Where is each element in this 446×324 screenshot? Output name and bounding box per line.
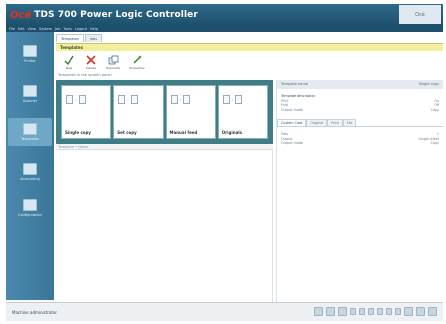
- template-card-label: Set copy: [117, 130, 137, 135]
- duplicate-button[interactable]: Duplicate: [104, 54, 122, 72]
- menu-bar: File Edit View System Job Tools Logout H…: [6, 26, 443, 32]
- toolbar: New Delete Duplicate Properties: [56, 52, 443, 72]
- top-tabs: Templates Jobs: [56, 34, 103, 42]
- template-preview-icon: ›: [66, 90, 106, 108]
- status-bar: Machine administrator: [6, 302, 443, 321]
- delete-x-icon: [85, 54, 97, 65]
- accounting-icon: [23, 163, 37, 175]
- title-bar: Océ TDS 700 Power Logic Controller Océ: [6, 4, 443, 26]
- tab-custom-card[interactable]: Custom Card: [277, 119, 307, 126]
- menu-item-help[interactable]: Help: [90, 26, 98, 32]
- sidebar: Printer Scanner Templates Accounting Con…: [6, 32, 54, 300]
- media-roll-icon: [350, 308, 356, 315]
- sidebar-item-label: Templates: [21, 137, 39, 141]
- window-title: TDS 700 Power Logic Controller: [34, 10, 198, 20]
- status-user: Machine administrator: [12, 309, 58, 315]
- media-roll-icon: [368, 308, 374, 315]
- section-title: Templates: [60, 45, 84, 50]
- scanner-status-icon[interactable]: [326, 307, 335, 316]
- delete-button[interactable]: Delete: [82, 54, 100, 72]
- sidebar-item-label: Printer: [24, 59, 36, 63]
- template-preview-icon: ›: [222, 90, 263, 108]
- media-roll-icon: [359, 308, 365, 315]
- tab-jobs[interactable]: Jobs: [84, 34, 103, 42]
- corner-logo: Océ: [399, 5, 441, 24]
- sidebar-item-configuration[interactable]: Configuration: [8, 194, 52, 222]
- properties-button[interactable]: Properties: [128, 54, 146, 72]
- toner-status-icon[interactable]: [428, 307, 437, 316]
- template-card-label: Manual feed: [169, 130, 198, 135]
- template-card-set-copy[interactable]: › Set copy: [113, 85, 164, 139]
- template-card-originals[interactable]: › Originals: [217, 85, 268, 139]
- templates-icon: [23, 123, 37, 135]
- section-header: Templates: [56, 43, 443, 51]
- tab-file[interactable]: File: [342, 119, 357, 126]
- printer-status-icon[interactable]: [314, 307, 323, 316]
- media-roll-icon: [377, 308, 383, 315]
- status-icons: [314, 307, 437, 316]
- template-card-label: Single copy: [65, 130, 92, 135]
- media-roll-icon: [395, 308, 401, 315]
- new-button[interactable]: New: [60, 54, 78, 72]
- sidebar-item-label: Scanner: [22, 99, 38, 103]
- sidebar-item-accounting[interactable]: Accounting: [8, 158, 52, 186]
- tab-templates[interactable]: Templates: [56, 34, 84, 42]
- sidebar-item-templates[interactable]: Templates: [8, 118, 52, 146]
- template-preview-icon: ›: [170, 90, 211, 108]
- properties-tabs: Custom Card Original Print File: [277, 119, 443, 127]
- templates-description: Templates in the system panel: [58, 73, 112, 77]
- menu-item-logout[interactable]: Logout: [75, 26, 87, 32]
- menu-item-tools[interactable]: Tools: [63, 26, 72, 32]
- template-preview-icon: ›: [118, 90, 158, 108]
- sidebar-item-printer[interactable]: Printer: [8, 40, 52, 68]
- sidebar-item-label: Accounting: [20, 177, 40, 181]
- sidebar-item-label: Configuration: [18, 213, 42, 217]
- checkmark-icon: [63, 54, 75, 65]
- template-card-single-copy[interactable]: › Single copy: [61, 85, 112, 139]
- printer-icon: [23, 45, 37, 57]
- template-cards: › Single copy › Set copy › Manual feed ›…: [56, 80, 273, 144]
- template-list[interactable]: [56, 150, 273, 302]
- media-roll-icon: [386, 308, 392, 315]
- sidebar-item-scanner[interactable]: Scanner: [8, 80, 52, 108]
- menu-item-job[interactable]: Job: [55, 26, 60, 32]
- configuration-icon: [23, 199, 37, 211]
- scanner-icon: [23, 85, 37, 97]
- brand-logo: Océ: [10, 9, 32, 21]
- template-card-manual-feed[interactable]: › Manual feed: [165, 85, 216, 139]
- toner-status-icon[interactable]: [404, 307, 413, 316]
- property-row: Output mode Copy: [281, 141, 439, 145]
- queue-status-icon[interactable]: [338, 307, 347, 316]
- properties-header: Template name Single copy: [277, 80, 443, 89]
- toner-status-icon[interactable]: [416, 307, 425, 316]
- template-card-label: Originals: [221, 130, 243, 135]
- duplicate-icon: [107, 54, 119, 65]
- tab-original[interactable]: Original: [306, 119, 328, 126]
- tab-print[interactable]: Print: [327, 119, 343, 126]
- properties-icon: [131, 54, 143, 65]
- properties-panel: Template name Single copy Template descr…: [276, 80, 443, 302]
